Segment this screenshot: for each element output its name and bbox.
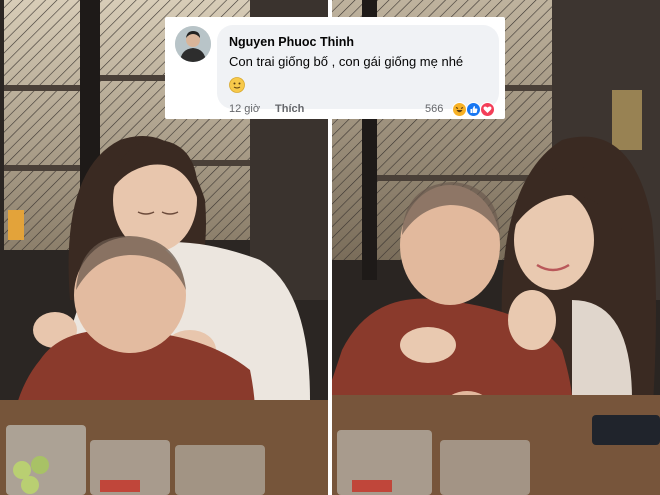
like-icon [466,102,481,117]
comment-meta: 12 giờ Thích 566 [165,101,505,119]
comment-time[interactable]: 12 giờ [229,103,260,115]
reactions[interactable] [452,102,502,118]
haha-icon [452,102,467,117]
comment-bubble: Nguyen Phuoc Thinh Con trai giống bố , c… [217,25,499,109]
slightly-smiling-face-icon [229,77,245,93]
comment-text: Con trai giống bố , con gái giống mẹ nhé [229,54,464,69]
avatar-photo [175,26,211,62]
comment-author[interactable]: Nguyen Phuoc Thinh [229,34,487,50]
love-icon [480,102,495,117]
avatar[interactable] [175,26,211,62]
like-button[interactable]: Thích [275,103,304,115]
reaction-count[interactable]: 566 [425,103,443,115]
facebook-comment: Nguyen Phuoc Thinh Con trai giống bố , c… [165,17,505,119]
